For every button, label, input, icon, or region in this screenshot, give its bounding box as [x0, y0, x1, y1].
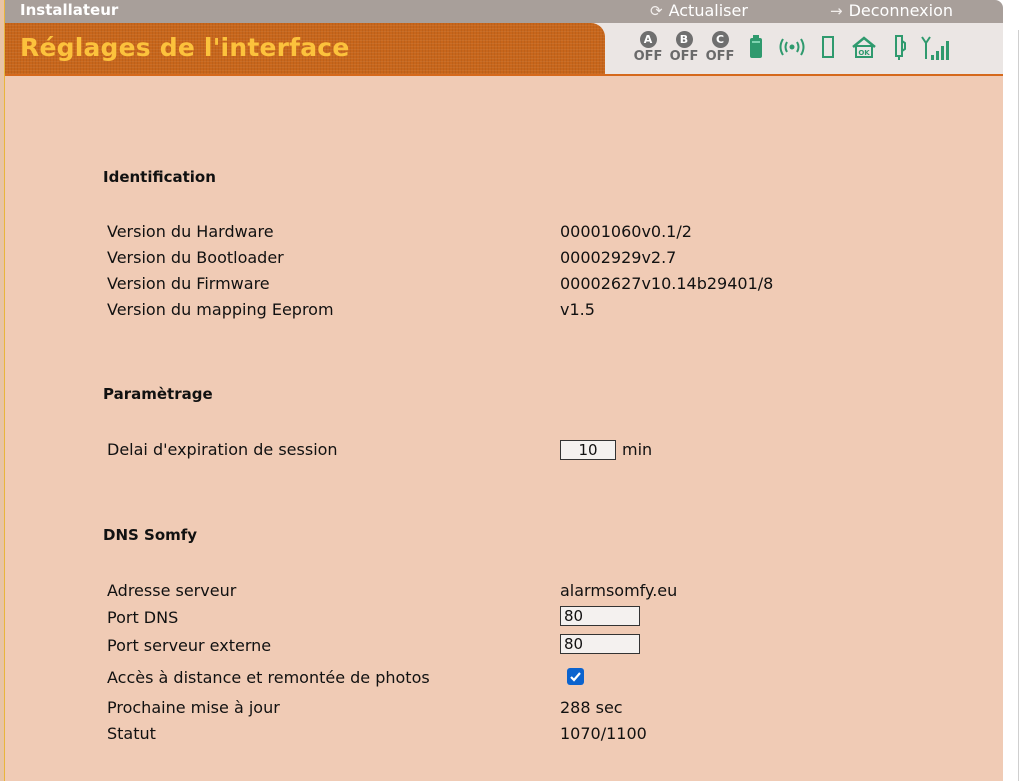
bootloader-version-value: 00002929v2.7: [560, 248, 677, 267]
refresh-label: Actualiser: [668, 1, 748, 20]
zone-b-state: OFF: [669, 49, 699, 64]
port-external-label: Port serveur externe: [107, 636, 272, 655]
home-ok-icon: OK: [846, 31, 882, 71]
logout-label: Deconnexion: [848, 1, 954, 20]
status-icons: A OFF B OFF C OFF OK: [630, 31, 954, 71]
zone-b-status: B OFF: [666, 31, 702, 71]
main-content: Identification Version du Hardware 00001…: [5, 76, 1003, 781]
server-address-value: alarmsomfy.eu: [560, 581, 678, 600]
bootloader-version-label: Version du Bootloader: [107, 248, 284, 267]
eeprom-mapping-value: v1.5: [560, 300, 595, 319]
next-update-label: Prochaine mise à jour: [107, 698, 280, 717]
gsm-signal-icon: [918, 31, 954, 71]
port-dns-input[interactable]: [560, 606, 640, 626]
status-value: 1070/1100: [560, 724, 647, 743]
session-timeout-unit: min: [622, 440, 653, 459]
title-banner: Réglages de l'interface: [5, 23, 605, 74]
zone-b-letter: B: [675, 31, 693, 48]
top-bar: Installateur ⟳ Actualiser → Deconnexion: [5, 0, 1003, 23]
radio-signal-icon: [774, 31, 810, 71]
session-timeout-input[interactable]: [560, 440, 616, 460]
zone-c-status: C OFF: [702, 31, 738, 71]
hardware-version-value: 00001060v0.1/2: [560, 222, 692, 241]
checkmark-icon: [570, 672, 581, 682]
hardware-version-label: Version du Hardware: [107, 222, 274, 241]
session-timeout-label: Delai d'expiration de session: [107, 440, 338, 459]
next-update-value: 288 sec: [560, 698, 623, 717]
right-scroll-area: [1003, 0, 1035, 781]
zone-a-letter: A: [639, 31, 657, 48]
status-label: Statut: [107, 724, 156, 743]
scroll-track[interactable]: [1018, 30, 1019, 781]
tamper-icon: [882, 31, 918, 71]
svg-text:OK: OK: [858, 49, 870, 57]
door-sensor-icon: [810, 31, 846, 71]
firmware-version-value: 00002627v10.14b29401/8: [560, 274, 774, 293]
refresh-icon: ⟳: [650, 1, 663, 20]
port-external-input[interactable]: [560, 634, 640, 654]
logout-link[interactable]: → Deconnexion: [830, 1, 953, 20]
zone-c-state: OFF: [705, 49, 735, 64]
page-title: Réglages de l'interface: [20, 33, 350, 62]
identification-title: Identification: [103, 168, 216, 186]
refresh-link[interactable]: ⟳ Actualiser: [650, 1, 748, 20]
firmware-version-label: Version du Firmware: [107, 274, 270, 293]
zone-a-state: OFF: [633, 49, 663, 64]
dns-somfy-title: DNS Somfy: [103, 526, 198, 544]
remote-access-checkbox[interactable]: [567, 668, 584, 685]
remote-access-label: Accès à distance et remontée de photos: [107, 668, 430, 687]
user-role: Installateur: [20, 1, 119, 19]
zone-a-status: A OFF: [630, 31, 666, 71]
eeprom-mapping-label: Version du mapping Eeprom: [107, 300, 334, 319]
page-header: Réglages de l'interface A OFF B OFF C OF…: [5, 23, 1003, 76]
arrow-right-icon: →: [830, 1, 843, 20]
port-dns-label: Port DNS: [107, 608, 179, 627]
parametrage-title: Paramètrage: [103, 385, 213, 403]
zone-c-letter: C: [711, 31, 729, 48]
battery-icon: [738, 31, 774, 71]
server-address-label: Adresse serveur: [107, 581, 237, 600]
